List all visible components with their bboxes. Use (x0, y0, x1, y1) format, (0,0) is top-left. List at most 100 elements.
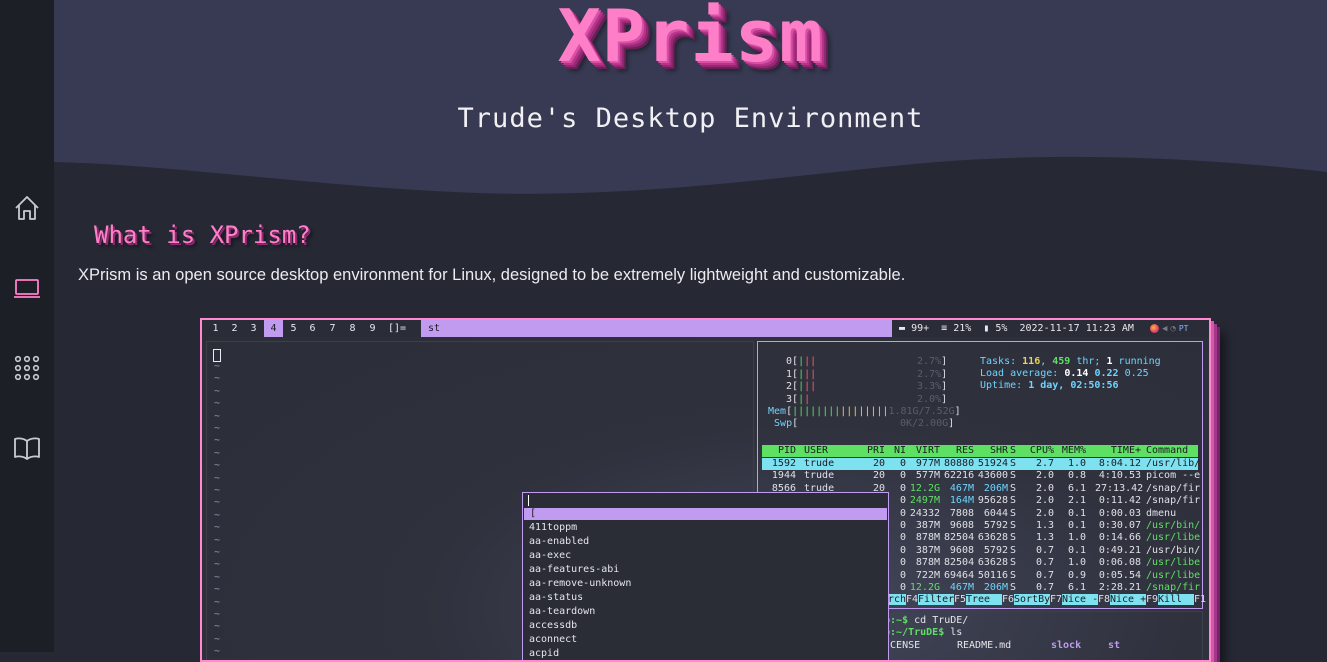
process-cell: trude (804, 470, 835, 482)
dmenu-item[interactable]: aa-teardown (529, 606, 595, 617)
process-cell: 4:10.53 (1098, 470, 1141, 482)
keyboard-layout[interactable]: PT (1179, 324, 1189, 333)
process-cell: /usr/bin/ (1146, 520, 1201, 531)
nav-docs[interactable] (0, 428, 54, 468)
workspace-1[interactable]: 1 (206, 320, 225, 337)
dmenu-item[interactable]: aa-exec (529, 550, 571, 561)
column-header[interactable]: S (1010, 445, 1020, 456)
book-icon (14, 437, 40, 460)
process-cell: /usr/bin/ (1146, 544, 1201, 556)
dmenu-item[interactable]: aconnect (529, 634, 577, 645)
empty-line-marker: ~ (214, 398, 221, 410)
dmenu-item[interactable]: aa-remove-unknown (529, 578, 631, 589)
process-cell: 62216 (944, 470, 975, 482)
process-cell: S (1010, 458, 1017, 469)
empty-line-marker: ~ (214, 621, 221, 633)
cpu-meter-1: 1[||| 2.7%] (786, 368, 948, 380)
process-cell: 0.7 (1035, 544, 1054, 556)
wifi-icon[interactable]: ◔ (1170, 324, 1175, 334)
fkey-action[interactable]: Nice - (1062, 594, 1099, 605)
dmenu-input[interactable] (528, 495, 529, 506)
process-cell: 1.3 (1035, 520, 1054, 531)
workspace-9[interactable]: 9 (363, 320, 382, 337)
workspace-2[interactable]: 2 (225, 320, 244, 337)
process-cell: 8:04.12 (1098, 458, 1141, 469)
workspace-4[interactable]: 4 (264, 320, 283, 337)
section-title: What is XPrism? (94, 221, 311, 249)
process-cell: 0:06.08 (1098, 557, 1141, 569)
fkey-action[interactable]: rch (888, 594, 907, 605)
dmenu-item[interactable]: accessdb (529, 620, 577, 631)
empty-line-marker: ~ (214, 547, 221, 558)
process-cell: 0 (899, 482, 906, 494)
process-cell: S (1010, 544, 1017, 556)
cpu-meter-3: 3[|| 2.0%] (786, 393, 948, 405)
process-cell: 1.3 (1035, 532, 1054, 544)
column-header[interactable]: Command (1146, 445, 1206, 456)
workspace-8[interactable]: 8 (343, 320, 362, 337)
column-header[interactable]: SHR (976, 445, 1008, 456)
disk-icon: ≡ (941, 323, 948, 334)
process-cell: 0.7 (1035, 569, 1054, 581)
process-cell: 63628 (977, 557, 1008, 569)
process-cell: /usr/libe (1146, 532, 1201, 544)
column-header[interactable]: MEM% (1060, 445, 1086, 456)
process-table-header[interactable]: PID USER PRI NI VIRT RES SHR S CPU% MEM% TIME+ Comm… (762, 445, 1198, 457)
process-row[interactable]: 1944 trude 20 0 577M 62216 43600 S 2.0 0.8 4:10.53… (762, 470, 1200, 482)
volume-icon[interactable]: ◀ (1162, 324, 1167, 334)
workspace-5[interactable]: 5 (284, 320, 303, 337)
empty-line-marker: ~ (214, 435, 221, 447)
process-row-selected[interactable]: 1592 trude 20 0 977M 80880 51924 S 2.7 1.0 8:04.12… (762, 458, 1200, 470)
fkey-number: F8 (1098, 594, 1111, 605)
dmenu-item-selected[interactable]: [ (524, 508, 887, 520)
column-header[interactable]: TIME+ (1095, 445, 1141, 456)
process-cell: 1944 (771, 470, 796, 482)
status-bar: 123456789 []= st ▬ 99+ ≡ 21% ▮ 5% 2022-1… (202, 320, 1209, 337)
terminal-line-1: op:~$ cd TruDE/ (878, 615, 969, 626)
process-cell: 2497M (909, 495, 940, 507)
process-cell: 0 (899, 582, 906, 593)
dmenu-item[interactable]: aa-status (529, 592, 583, 603)
dmenu-item[interactable]: aa-features-abi (529, 564, 619, 575)
empty-line-marker: ~ (214, 472, 221, 484)
browser-tray-icon[interactable] (1150, 324, 1159, 333)
workspace-6[interactable]: 6 (303, 320, 322, 337)
nav-apps[interactable] (0, 348, 54, 388)
process-cell: 0.1 (1067, 544, 1086, 556)
fkey-number: F7 (1050, 594, 1063, 605)
fkey-action[interactable]: Tree (966, 594, 1003, 605)
process-cell: /snap/fir (1146, 495, 1201, 507)
disk-value: 21% (953, 323, 972, 334)
fkey-action[interactable]: SortBy (1014, 594, 1051, 605)
process-cell: S (1010, 569, 1017, 581)
dmenu-launcher[interactable]: [ 411toppm aa-enabled aa-exec aa-features-a… (522, 492, 889, 660)
process-cell: 977M (915, 458, 940, 469)
fkey-action[interactable]: Nice + (1110, 594, 1147, 605)
process-cell: 69464 (944, 569, 975, 581)
fkey-action[interactable]: Kill (1158, 594, 1195, 605)
process-cell: 27:13.42 (1095, 482, 1144, 494)
dmenu-item[interactable]: 411toppm (529, 522, 577, 533)
apps-grid-icon (14, 355, 40, 381)
empty-line-marker: ~ (214, 460, 221, 472)
workspace-7[interactable]: 7 (323, 320, 342, 337)
column-header[interactable]: PRI (860, 445, 885, 456)
column-header[interactable]: VIRT (908, 445, 940, 456)
fkey-action[interactable]: Filter (918, 594, 955, 605)
dmenu-item[interactable]: aa-enabled (529, 536, 589, 547)
nav-home[interactable] (0, 188, 54, 228)
column-header[interactable]: USER (804, 445, 854, 456)
column-header[interactable]: RES (944, 445, 974, 456)
nav-screenshots[interactable] (0, 268, 54, 308)
process-cell: 95628 (977, 495, 1008, 507)
process-cell: 722M (915, 569, 940, 581)
column-header[interactable]: PID (766, 445, 796, 456)
workspace-3[interactable]: 3 (244, 320, 263, 337)
process-cell: 0 (899, 557, 906, 569)
process-cell: 43600 (977, 470, 1008, 482)
process-cell: picom --e (1146, 470, 1201, 482)
dmenu-item[interactable]: acpid (529, 648, 559, 659)
column-header[interactable]: CPU% (1028, 445, 1054, 456)
layout-indicator: []= (388, 323, 407, 334)
column-header[interactable]: NI (892, 445, 906, 456)
